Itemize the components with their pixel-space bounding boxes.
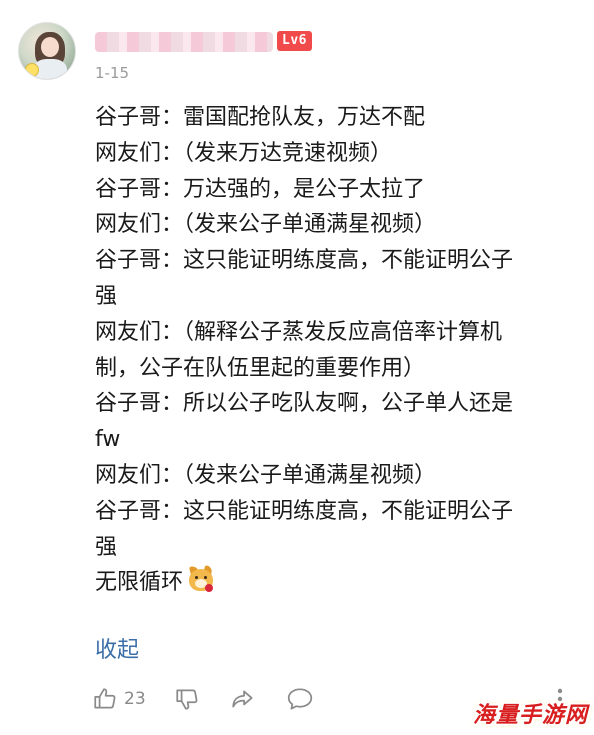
reply-button[interactable]: [286, 686, 314, 712]
thumbs-up-icon: [92, 686, 118, 712]
dislike-button[interactable]: [174, 686, 200, 712]
doge-rose-emoji-icon: [187, 565, 215, 594]
comment-action-bar: 23: [92, 684, 314, 714]
comment-line: 网友们：（发来公子单通满星视频）: [95, 212, 437, 238]
user-avatar[interactable]: [18, 22, 76, 80]
thumbs-down-icon: [174, 686, 200, 712]
collapse-link[interactable]: 收起: [95, 636, 139, 666]
comment-line: 网友们：（发来公子单通满星视频）: [95, 462, 437, 488]
comment-line: 网友们：（发来万达竞速视频）: [95, 140, 393, 166]
share-button[interactable]: [230, 686, 256, 712]
comment-line-last: 无限循环: [95, 565, 575, 601]
like-count: 23: [124, 689, 146, 709]
comment-line: 谷子哥：这只能证明练度高，不能证明公子: [95, 498, 514, 524]
comment-line: 强: [95, 534, 118, 560]
comment-line: 谷子哥：这只能证明练度高，不能证明公子: [95, 248, 514, 274]
comment-line: 谷子哥：雷国配抢队友，万达不配: [95, 105, 426, 130]
watermark-logo: 海量手游网: [472, 703, 588, 728]
comment-bubble-icon: [286, 686, 314, 712]
avatar-face: [41, 37, 59, 57]
comment-line: fw: [95, 427, 121, 453]
username-redacted[interactable]: [95, 32, 273, 52]
comment-line: 网友们：（解释公子蒸发反应高倍率计算机: [95, 319, 503, 345]
comment-line: 谷子哥：所以公子吃队友啊，公子单人还是: [95, 391, 514, 417]
comment-line: 强: [95, 283, 118, 309]
share-icon: [230, 686, 256, 712]
comment-body: 谷子哥：雷国配抢队友，万达不配 网友们：（发来万达竞速视频） 谷子哥：万达强的，…: [95, 100, 575, 601]
level-badge: Lv6: [277, 31, 312, 51]
comment-line-text: 无限循环: [95, 570, 184, 596]
comment-line: 制，公子在队伍里起的重要作用）: [95, 355, 426, 381]
comment-line: 谷子哥：万达强的，是公子太拉了: [95, 176, 426, 202]
like-button[interactable]: 23: [92, 686, 146, 712]
avatar-sticker-icon: [25, 63, 39, 77]
comment-date: 1-15: [95, 64, 130, 82]
